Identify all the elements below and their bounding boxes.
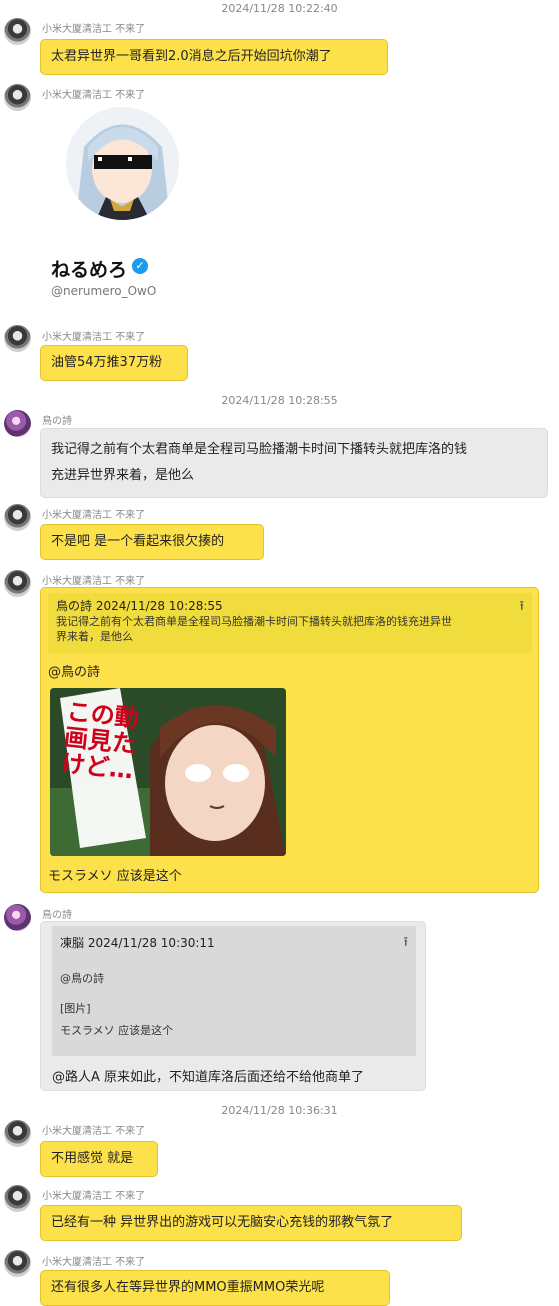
quote-text: @鳥の詩 <box>60 972 104 985</box>
timestamp: 2024/11/28 10:22:40 <box>221 2 338 15</box>
avatar[interactable] <box>4 1250 31 1277</box>
timestamp: 2024/11/28 10:36:31 <box>221 1104 338 1117</box>
message-text: 充进异世界来着，是他么 <box>51 468 195 483</box>
message-image[interactable]: この動画見たけど… <box>50 688 286 856</box>
message-bubble[interactable]: 不是吧 是一个看起来很欠揍的 <box>40 524 264 560</box>
message-bubble[interactable]: 油管54万推37万粉 <box>40 345 188 381</box>
avatar[interactable] <box>4 325 31 352</box>
jump-to-quote-icon[interactable]: ⭱ <box>519 599 524 614</box>
avatar[interactable] <box>4 570 31 597</box>
sender-name: 小米大厦清洁工 不来了 <box>42 510 146 521</box>
sender-name: 小米大厦清洁工 不来了 <box>42 24 146 35</box>
jump-to-quote-icon[interactable]: ⭱ <box>403 932 408 954</box>
message-text: 油管54万推37万粉 <box>51 355 163 370</box>
avatar[interactable] <box>4 504 31 531</box>
quote-header: 凍脳 2024/11/28 10:30:11 <box>60 936 215 950</box>
quote-header: 鳥の詩 2024/11/28 10:28:55 <box>56 599 223 613</box>
avatar[interactable] <box>4 1185 31 1212</box>
timestamp: 2024/11/28 10:28:55 <box>221 394 338 407</box>
message-text: 不是吧 是一个看起来很欠揍的 <box>51 534 225 549</box>
avatar[interactable] <box>4 18 31 45</box>
avatar[interactable] <box>4 904 31 931</box>
profile-avatar <box>66 107 179 220</box>
sender-name: 小米大厦清洁工 不来了 <box>42 1257 146 1268</box>
message-bubble[interactable]: 还有很多人在等异世界的MMO重振MMO荣光呢 <box>40 1270 390 1306</box>
sender-name: 小米大厦清洁工 不来了 <box>42 576 146 587</box>
sender-name: 鳥の詩 <box>42 416 72 427</box>
message-text: 已经有一种 异世界出的游戏可以无脑安心充钱的邪教气氛了 <box>51 1215 394 1230</box>
message-bubble[interactable]: 不用感觉 就是 <box>40 1141 158 1177</box>
quote-text: [图片] <box>60 1002 91 1015</box>
avatar[interactable] <box>4 410 31 437</box>
sender-name: 小米大厦清洁工 不来了 <box>42 90 146 101</box>
message-bubble[interactable]: 已经有一种 异世界出的游戏可以无脑安心充钱的邪教气氛了 <box>40 1205 462 1241</box>
avatar[interactable] <box>4 84 31 111</box>
sender-name: 小米大厦清洁工 不来了 <box>42 1126 146 1137</box>
message-text: 还有很多人在等异世界的MMO重振MMO荣光呢 <box>51 1280 325 1295</box>
sender-name: 鳥の詩 <box>42 910 72 921</box>
sender-name: 小米大厦清洁工 不来了 <box>42 332 146 343</box>
message-bubble[interactable]: 我记得之前有个太君商单是全程司马脸播潮卡时间下播转头就把库洛的钱 充进异世界来着… <box>40 428 548 498</box>
quoted-message[interactable]: 鳥の詩 2024/11/28 10:28:55 我记得之前有个太君商单是全程司马… <box>48 593 532 653</box>
quoted-message[interactable]: 凍脳 2024/11/28 10:30:11 @鳥の詩 [图片] モスラメソ 应… <box>52 926 416 1056</box>
quote-text: モスラメソ 应该是这个 <box>60 1024 174 1037</box>
message-text: 我记得之前有个太君商单是全程司马脸播潮卡时间下播转头就把库洛的钱 <box>51 442 468 457</box>
check-badge-icon: ✓ <box>132 258 148 274</box>
message-text: 太君异世界一哥看到2.0消息之后开始回坑你潮了 <box>51 49 332 64</box>
image-overlay-text: この動画見たけど… <box>60 697 140 785</box>
avatar[interactable] <box>4 1120 31 1147</box>
mention[interactable]: @鳥の詩 <box>48 661 100 680</box>
message-text: @路人A 原来如此，不知道库洛后面还给不给他商单了 <box>52 1070 365 1085</box>
message-text: モスラメソ 应该是这个 <box>48 869 182 884</box>
quote-text: 界来着，是他么 <box>56 630 133 643</box>
profile-handle: @nerumero_OwO <box>51 284 157 298</box>
message-text: 不用感觉 就是 <box>51 1151 134 1166</box>
profile-name: ねるめろ <box>51 259 128 281</box>
message-bubble[interactable]: 太君异世界一哥看到2.0消息之后开始回坑你潮了 <box>40 39 388 75</box>
quote-text: 我记得之前有个太君商单是全程司马脸播潮卡时间下播转头就把库洛的钱充进异世 <box>56 615 452 628</box>
sender-name: 小米大厦清洁工 不来了 <box>42 1191 146 1202</box>
